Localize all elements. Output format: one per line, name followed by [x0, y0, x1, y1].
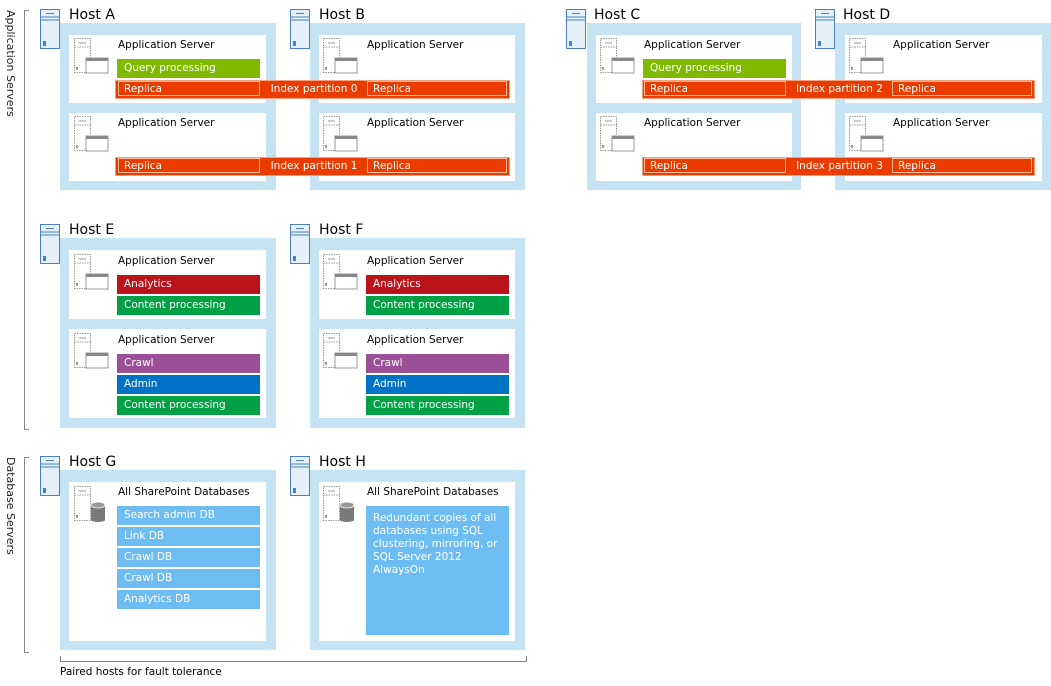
database-servers-bracket	[24, 457, 29, 653]
host-f-title: Host F	[319, 222, 364, 238]
host-d-title: Host D	[843, 7, 891, 23]
app-server-icon	[74, 333, 109, 369]
host-f-server-2-title: Application Server	[367, 334, 464, 346]
database-servers-label: Database Servers	[4, 457, 17, 555]
query-processing-component: Query processing	[643, 59, 786, 78]
index-partition-1-label: Index partition 1	[270, 160, 358, 172]
app-server-icon	[323, 38, 358, 74]
host-a-server-2-title: Application Server	[118, 117, 215, 129]
paired-hosts-label: Paired hosts for fault tolerance	[60, 666, 222, 678]
app-server-icon	[600, 116, 635, 152]
analytics-component: Analytics	[366, 275, 509, 294]
host-server-icon	[40, 456, 60, 496]
admin-component: Admin	[366, 375, 509, 394]
link-db: Link DB	[117, 527, 260, 546]
app-server-icon	[849, 116, 884, 152]
host-server-icon	[290, 224, 310, 264]
crawl-db: Crawl DB	[117, 548, 260, 567]
app-server-icon	[74, 254, 109, 290]
host-b-server-1-title: Application Server	[367, 39, 464, 51]
host-e-server-2-title: Application Server	[118, 334, 215, 346]
replica-host-a-0: Replica	[118, 81, 260, 96]
index-partition-2-bar: Replica Index partition 2 Replica	[642, 80, 1035, 99]
replica-host-a-1: Replica	[118, 158, 260, 173]
crawl-component: Crawl	[366, 354, 509, 373]
application-servers-bracket	[24, 10, 29, 430]
content-processing-component: Content processing	[117, 396, 260, 415]
database-server-icon	[74, 486, 106, 522]
host-c-title: Host C	[594, 7, 641, 23]
host-f-server-1-title: Application Server	[367, 255, 464, 267]
app-server-icon	[74, 116, 109, 152]
content-processing-component: Content processing	[117, 296, 260, 315]
replica-host-c-0: Replica	[644, 81, 786, 96]
index-partition-3-bar: Replica Index partition 3 Replica	[642, 157, 1035, 176]
host-server-icon	[815, 9, 835, 49]
crawl-db: Crawl DB	[117, 569, 260, 588]
replica-host-d-1: Replica	[892, 158, 1032, 173]
content-processing-component: Content processing	[366, 296, 509, 315]
query-processing-component: Query processing	[117, 59, 260, 78]
app-server-icon	[323, 254, 358, 290]
host-server-icon	[40, 224, 60, 264]
crawl-component: Crawl	[117, 354, 260, 373]
host-g-title: Host G	[69, 454, 117, 470]
host-b-title: Host B	[319, 7, 365, 23]
host-h-title: Host H	[319, 454, 366, 470]
host-h-server-title: All SharePoint Databases	[367, 486, 499, 498]
host-server-icon	[40, 9, 60, 49]
host-c-server-1-title: Application Server	[644, 39, 741, 51]
index-partition-0-bar: Replica Index partition 0 Replica	[115, 80, 510, 99]
app-server-icon	[849, 38, 884, 74]
content-processing-component: Content processing	[366, 396, 509, 415]
index-partition-1-bar: Replica Index partition 1 Replica	[115, 157, 510, 176]
host-g-server-title: All SharePoint Databases	[118, 486, 250, 498]
index-partition-3-label: Index partition 3	[796, 160, 883, 172]
paired-hosts-bracket	[60, 656, 527, 662]
replica-host-d-0: Replica	[892, 81, 1032, 96]
replica-host-b-1: Replica	[367, 158, 507, 173]
redundant-copies-note: Redundant copies of all databases using …	[366, 506, 509, 635]
application-servers-label: Application Servers	[4, 10, 17, 117]
app-server-icon	[323, 333, 358, 369]
host-server-icon	[290, 9, 310, 49]
host-d-server-1-title: Application Server	[893, 39, 990, 51]
host-a-title: Host A	[69, 7, 115, 23]
admin-component: Admin	[117, 375, 260, 394]
host-c-server-2-title: Application Server	[644, 117, 741, 129]
host-d-server-2-title: Application Server	[893, 117, 990, 129]
search-admin-db: Search admin DB	[117, 506, 260, 525]
replica-host-c-1: Replica	[644, 158, 786, 173]
database-server-icon	[323, 486, 355, 522]
app-server-icon	[323, 116, 358, 152]
host-e-title: Host E	[69, 222, 115, 238]
index-partition-0-label: Index partition 0	[270, 83, 358, 95]
host-a-server-1-title: Application Server	[118, 39, 215, 51]
host-b-server-2-title: Application Server	[367, 117, 464, 129]
analytics-db: Analytics DB	[117, 590, 260, 609]
index-partition-2-label: Index partition 2	[796, 83, 883, 95]
app-server-icon	[74, 38, 109, 74]
host-e-server-1-title: Application Server	[118, 255, 215, 267]
host-server-icon	[290, 456, 310, 496]
replica-host-b-0: Replica	[367, 81, 507, 96]
app-server-icon	[600, 38, 635, 74]
host-server-icon	[566, 9, 586, 49]
analytics-component: Analytics	[117, 275, 260, 294]
